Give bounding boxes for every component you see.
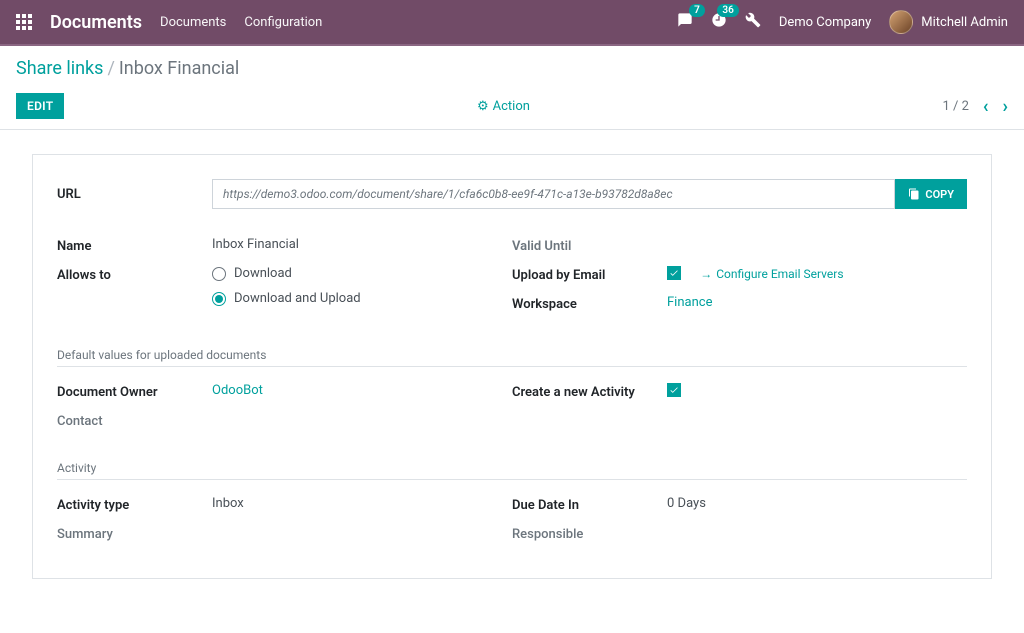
form-container: URL https://demo3.odoo.com/document/shar… — [0, 130, 1024, 603]
top-navbar: Documents Documents Configuration 7 36 D… — [0, 0, 1024, 46]
upload-email-value: → Configure Email Servers — [667, 266, 967, 282]
workspace-value: Finance — [667, 295, 967, 310]
valid-until-label: Valid Until — [512, 237, 667, 254]
user-menu[interactable]: Mitchell Admin — [889, 10, 1008, 34]
apps-icon[interactable] — [16, 14, 32, 30]
name-label: Name — [57, 237, 212, 254]
workspace-label: Workspace — [512, 295, 667, 312]
breadcrumb-parent[interactable]: Share links — [16, 58, 103, 79]
upload-email-checkbox[interactable] — [667, 266, 681, 280]
summary-label: Summary — [57, 525, 212, 542]
create-activity-label: Create a new Activity — [512, 383, 667, 400]
col-right-3: Due Date In 0 Days Responsible — [512, 496, 967, 554]
pager-prev-icon[interactable]: ‹ — [983, 96, 989, 117]
pager-next-icon[interactable]: › — [1003, 96, 1008, 117]
pager: 1 / 2 ‹ › — [942, 96, 1008, 117]
col-left-2: Document Owner OdooBot Contact — [57, 383, 512, 441]
edit-button[interactable]: EDIT — [16, 93, 64, 119]
activity-type-value: Inbox — [212, 496, 512, 511]
owner-label: Document Owner — [57, 383, 212, 400]
activities-icon[interactable]: 36 — [711, 12, 727, 32]
name-value: Inbox Financial — [212, 237, 512, 252]
menu-documents[interactable]: Documents — [160, 15, 226, 30]
group-activity: Activity type Inbox Summary Due Date In … — [57, 496, 967, 554]
user-name: Mitchell Admin — [921, 15, 1008, 30]
breadcrumb-separator: / — [107, 58, 114, 79]
debug-icon[interactable] — [745, 12, 761, 32]
copy-button[interactable]: COPY — [895, 179, 967, 209]
form-sheet: URL https://demo3.odoo.com/document/shar… — [32, 154, 992, 579]
due-date-value: 0 Days — [667, 496, 967, 511]
discuss-icon[interactable]: 7 — [677, 12, 693, 32]
app-title: Documents — [50, 12, 142, 33]
url-label: URL — [57, 187, 212, 202]
col-right-2: Create a new Activity — [512, 383, 967, 441]
arrow-right-icon: → — [700, 267, 712, 281]
url-row: URL https://demo3.odoo.com/document/shar… — [57, 179, 967, 209]
breadcrumb: Share links / Inbox Financial — [16, 58, 1008, 79]
url-input-group: https://demo3.odoo.com/document/share/1/… — [212, 179, 967, 209]
check-icon — [669, 385, 679, 395]
nav-left: Documents Documents Configuration — [16, 12, 322, 33]
control-panel-bottom: EDIT ⚙Action 1 / 2 ‹ › — [16, 93, 1008, 119]
discuss-badge: 7 — [689, 4, 705, 17]
col-left-3: Activity type Inbox Summary — [57, 496, 512, 554]
activity-type-label: Activity type — [57, 496, 212, 513]
copy-icon — [908, 188, 920, 200]
menu-configuration[interactable]: Configuration — [244, 15, 322, 30]
owner-value: OdooBot — [212, 383, 512, 398]
owner-link[interactable]: OdooBot — [212, 383, 263, 398]
configure-email-link[interactable]: → Configure Email Servers — [700, 267, 843, 281]
company-selector[interactable]: Demo Company — [779, 15, 871, 30]
check-icon — [669, 268, 679, 278]
contact-label: Contact — [57, 412, 212, 429]
due-date-label: Due Date In — [512, 496, 667, 513]
gear-icon: ⚙ — [477, 99, 489, 114]
col-right: Valid Until Upload by Email → Configure … — [512, 237, 967, 328]
radio-download[interactable]: Download — [212, 266, 512, 281]
create-activity-value — [667, 383, 967, 399]
radio-download-upload[interactable]: Download and Upload — [212, 291, 512, 306]
action-dropdown[interactable]: ⚙Action — [64, 99, 942, 114]
allows-label: Allows to — [57, 266, 212, 283]
workspace-link[interactable]: Finance — [667, 295, 712, 310]
url-input[interactable]: https://demo3.odoo.com/document/share/1/… — [212, 179, 895, 209]
section-activity: Activity — [57, 461, 967, 480]
col-left: Name Inbox Financial Allows to Download … — [57, 237, 512, 328]
radio-on-icon — [212, 292, 226, 306]
pager-position[interactable]: 1 / 2 — [942, 99, 968, 114]
group-defaults: Document Owner OdooBot Contact Create a … — [57, 383, 967, 441]
create-activity-checkbox[interactable] — [667, 383, 681, 397]
section-defaults: Default values for uploaded documents — [57, 348, 967, 367]
upload-email-label: Upload by Email — [512, 266, 667, 283]
responsible-label: Responsible — [512, 525, 667, 542]
control-panel: Share links / Inbox Financial EDIT ⚙Acti… — [0, 46, 1024, 130]
activities-badge: 36 — [717, 4, 738, 17]
nav-right: 7 36 Demo Company Mitchell Admin — [677, 10, 1008, 34]
breadcrumb-current: Inbox Financial — [119, 58, 239, 79]
allows-value: Download Download and Upload — [212, 266, 512, 316]
avatar — [889, 10, 913, 34]
group-main: Name Inbox Financial Allows to Download … — [57, 237, 967, 328]
radio-off-icon — [212, 267, 226, 281]
